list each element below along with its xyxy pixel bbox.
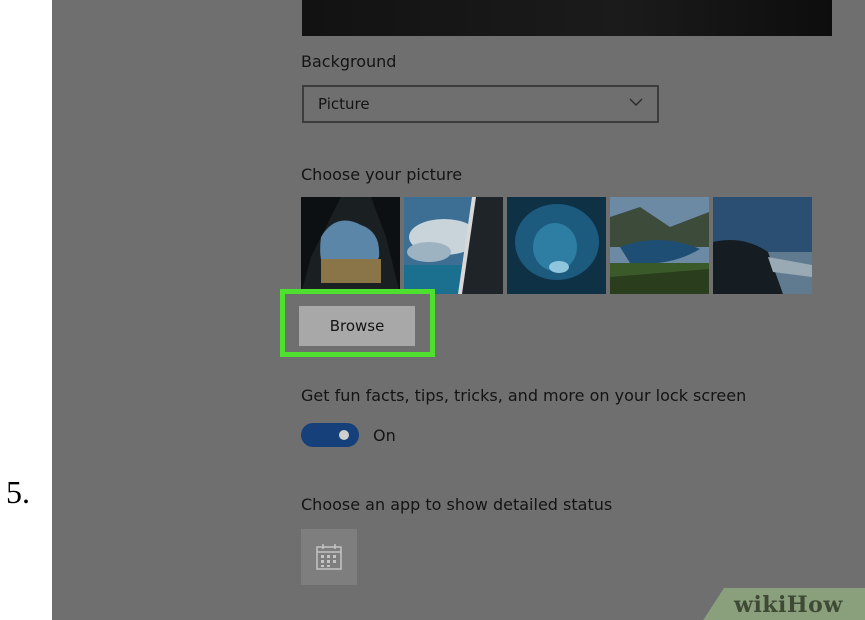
- step-number: 5.: [6, 474, 30, 510]
- wikihow-watermark: wikiHow: [702, 588, 865, 620]
- lock-screen-settings-panel: Background Picture Choose your picture B…: [52, 0, 865, 620]
- background-dropdown-value: Picture: [318, 95, 370, 113]
- browse-button[interactable]: Browse: [299, 306, 415, 346]
- toggle-knob: [339, 430, 349, 440]
- detailed-status-app-button[interactable]: [301, 529, 357, 585]
- background-label: Background: [301, 52, 397, 71]
- toggle-state-label: On: [373, 426, 396, 445]
- picture-thumbnails: [301, 197, 813, 294]
- chevron-down-icon: [627, 93, 645, 111]
- choose-picture-label: Choose your picture: [301, 165, 463, 184]
- lock-screen-preview: [302, 0, 832, 36]
- hillside-sky-thumbnail[interactable]: [713, 197, 812, 294]
- blue-water-thumbnail[interactable]: [507, 197, 606, 294]
- lock-screen-tips-label: Get fun facts, tips, tricks, and more on…: [301, 386, 747, 405]
- lake-mountains-thumbnail[interactable]: [610, 197, 709, 294]
- calendar-icon: [316, 544, 342, 570]
- background-dropdown[interactable]: Picture: [302, 85, 659, 123]
- watermark-text: wikiHow: [734, 592, 843, 618]
- detailed-status-label: Choose an app to show detailed status: [301, 495, 613, 514]
- cave-beach-thumbnail[interactable]: [301, 197, 400, 294]
- sky-window-thumbnail[interactable]: [404, 197, 503, 294]
- lock-screen-tips-toggle[interactable]: [301, 423, 359, 447]
